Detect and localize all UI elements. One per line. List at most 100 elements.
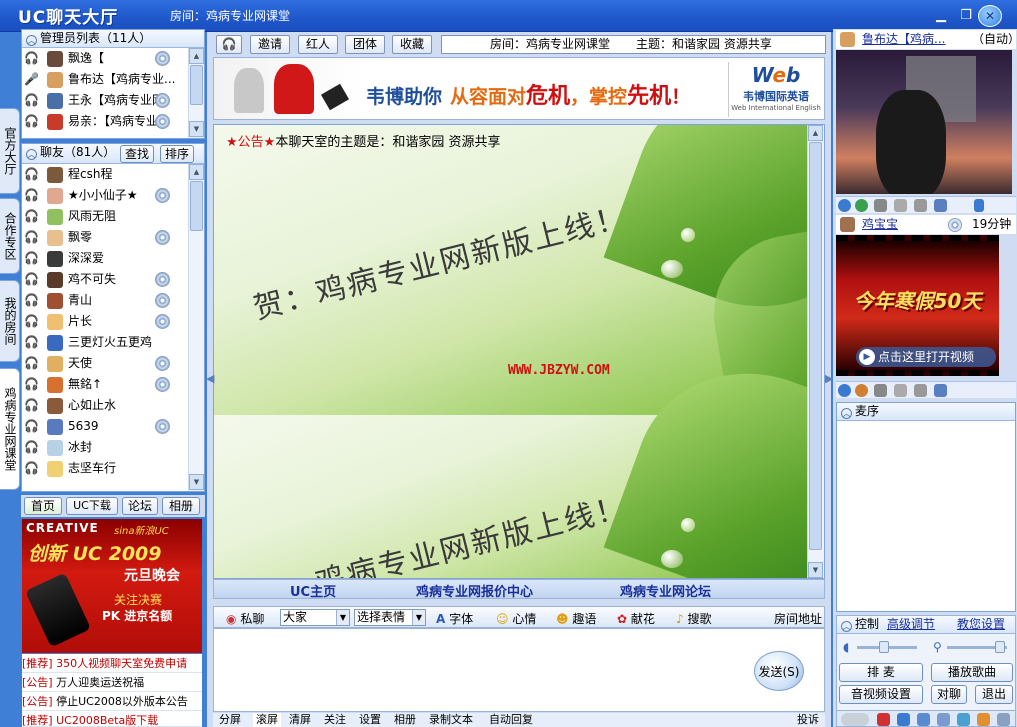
admin-row[interactable]: 🎧 易亲：【鸡病专业: [22, 111, 204, 132]
tool-icon[interactable]: [957, 713, 970, 726]
audio-icon[interactable]: [855, 199, 868, 212]
site-forum-link[interactable]: 鸡病专业网论坛: [620, 581, 711, 600]
admin-row[interactable]: 🎧 王永【鸡病专业网: [22, 90, 204, 111]
price-center-link[interactable]: 鸡病专业网报价中心: [416, 581, 533, 600]
record-icon[interactable]: [914, 384, 927, 397]
scroll-down-icon[interactable]: ▼: [189, 474, 204, 490]
tool-icon[interactable]: [997, 713, 1010, 726]
mood-button[interactable]: ☺ 心情: [496, 610, 536, 627]
scroll-down-icon[interactable]: ▼: [808, 562, 823, 578]
side-tab-my-room[interactable]: 我的房间: [0, 280, 20, 362]
private-chat-toggle[interactable]: ◉ 私聊: [226, 610, 264, 627]
top-banner-ad[interactable]: 韦博助你 从容面对危机，掌控先机！ Web 韦博国际英语 Web Internat…: [213, 57, 825, 120]
admin-row[interactable]: 🎧 飘逸【: [22, 48, 204, 69]
camera-icon[interactable]: [155, 188, 170, 203]
camera-snap-icon[interactable]: [894, 199, 907, 212]
friend-row[interactable]: 🎧 深深爱: [22, 248, 204, 269]
advanced-link[interactable]: 高级调节: [887, 616, 935, 633]
av-settings-button[interactable]: 音视频设置: [839, 685, 923, 704]
slider-thumb[interactable]: [879, 641, 889, 653]
tool-icon[interactable]: [977, 713, 990, 726]
invite-button[interactable]: 邀请: [250, 35, 290, 54]
friend-row[interactable]: 🎧 心如止水: [22, 395, 204, 416]
scroll-up-icon[interactable]: ▲: [189, 164, 204, 180]
find-button[interactable]: 查找: [120, 145, 154, 163]
friend-row[interactable]: 🎧 飘零: [22, 227, 204, 248]
settings-icon[interactable]: [934, 384, 947, 397]
left-advertisement[interactable]: CREATIVE sina新浪UC 创新 UC 2009 元旦晚会 关注决赛 P…: [22, 519, 202, 653]
friend-row[interactable]: 🎧 三更灯火五更鸡: [22, 332, 204, 353]
room-address-button[interactable]: 房间地址: [774, 610, 822, 627]
slider-thumb[interactable]: [995, 641, 1005, 653]
tool-icon[interactable]: [937, 713, 950, 726]
camera-icon[interactable]: [155, 51, 170, 66]
video-on-icon[interactable]: [838, 384, 851, 397]
mic-volume-slider[interactable]: [947, 641, 1007, 653]
fun-words-button[interactable]: ☻ 趣语: [556, 610, 596, 627]
scroll-thumb[interactable]: [190, 65, 203, 105]
language-icon[interactable]: [897, 713, 910, 726]
camera-icon[interactable]: [155, 377, 170, 392]
tab-auto-reply[interactable]: 自动回复: [489, 713, 533, 727]
camera-icon[interactable]: [155, 272, 170, 287]
chat-target-select[interactable]: 大家 ▼: [280, 609, 350, 626]
minimize-icon[interactable]: ▁: [930, 7, 952, 25]
camera-snap-icon[interactable]: [894, 384, 907, 397]
uc-home-link[interactable]: UC主页: [290, 581, 336, 600]
notice-item[interactable]: [推荐] UC2008Beta版下载: [22, 711, 202, 727]
flower-button[interactable]: ✿ 献花: [617, 610, 655, 627]
admin-row[interactable]: 🎤 鲁布达【鸡病专业...: [22, 69, 204, 90]
friend-list-header[interactable]: ︿ 聊友（81人） 查找 排序: [22, 144, 204, 164]
collapse-icon[interactable]: ︿: [26, 149, 37, 160]
font-button[interactable]: A 字体: [436, 610, 473, 627]
scroll-up-icon[interactable]: ▲: [189, 48, 204, 64]
camera-icon[interactable]: [155, 419, 170, 434]
video1-user[interactable]: 鲁布达【鸡病...: [862, 30, 945, 49]
chat-display[interactable]: 贺：鸡病专业网新版上线！ WWW.JBZYW.COM 贺：鸡病专业网新版上线！ …: [213, 124, 825, 579]
friend-row[interactable]: 🎧 冰封: [22, 437, 204, 458]
uc-download-link[interactable]: UC下载: [66, 497, 118, 515]
tab-album[interactable]: 相册: [394, 713, 416, 727]
tab-scroll-screen[interactable]: 滚屏: [253, 713, 281, 727]
chat-scrollbar[interactable]: ▲ ▼: [807, 125, 824, 578]
camera-icon[interactable]: [155, 356, 170, 371]
audio-icon[interactable]: [855, 384, 868, 397]
collapse-left-icon[interactable]: ◀: [206, 372, 214, 385]
friend-row[interactable]: 🎧 风雨无阻: [22, 206, 204, 227]
private-talk-button[interactable]: 对聊: [931, 685, 967, 704]
tab-clear-screen[interactable]: 清屏: [289, 713, 311, 727]
camera-icon[interactable]: [155, 314, 170, 329]
collapse-icon[interactable]: ︿: [841, 621, 852, 632]
video2-feed[interactable]: 今年寒假50天 ▶ 点击这里打开视频: [836, 235, 999, 376]
favorite-button[interactable]: 收藏: [392, 35, 432, 54]
tab-split-screen[interactable]: 分屏: [219, 713, 241, 727]
restore-icon[interactable]: ❐: [955, 7, 977, 25]
tab-record-text[interactable]: 录制文本: [429, 713, 473, 727]
record-icon[interactable]: [914, 199, 927, 212]
admin-scrollbar[interactable]: ▲ ▼: [188, 48, 204, 138]
open-video-button[interactable]: ▶ 点击这里打开视频: [856, 347, 996, 367]
tab-settings[interactable]: 设置: [359, 713, 381, 727]
camera-icon[interactable]: [155, 114, 170, 129]
friend-row[interactable]: 🎧 鸡不可失: [22, 269, 204, 290]
admin-list-header[interactable]: ︿ 管理员列表（11人）: [22, 30, 204, 48]
flag-icon[interactable]: [877, 713, 890, 726]
friend-row[interactable]: 🎧 程csh程: [22, 164, 204, 185]
photo-icon[interactable]: [874, 384, 887, 397]
message-input[interactable]: 发送(S): [213, 628, 825, 712]
scroll-thumb[interactable]: [190, 181, 203, 231]
headset-setting-icon[interactable]: 🎧: [216, 35, 242, 54]
side-tab-cooperation[interactable]: 合作专区: [0, 198, 20, 274]
tool-icon[interactable]: [917, 713, 930, 726]
collapse-icon[interactable]: ︿: [26, 35, 37, 46]
side-tab-official-hall[interactable]: 官方大厅: [0, 108, 20, 194]
friend-row[interactable]: 🎧 青山: [22, 290, 204, 311]
friend-scrollbar[interactable]: ▲ ▼: [188, 164, 204, 491]
friend-row[interactable]: 🎧 片长: [22, 311, 204, 332]
sort-button[interactable]: 排序: [160, 145, 194, 163]
friend-row[interactable]: 🎧 天使: [22, 353, 204, 374]
video1-feed[interactable]: [836, 50, 1012, 194]
video2-user[interactable]: 鸡宝宝: [862, 215, 898, 234]
camera-icon[interactable]: [155, 93, 170, 108]
play-song-button[interactable]: 播放歌曲: [931, 663, 1013, 682]
